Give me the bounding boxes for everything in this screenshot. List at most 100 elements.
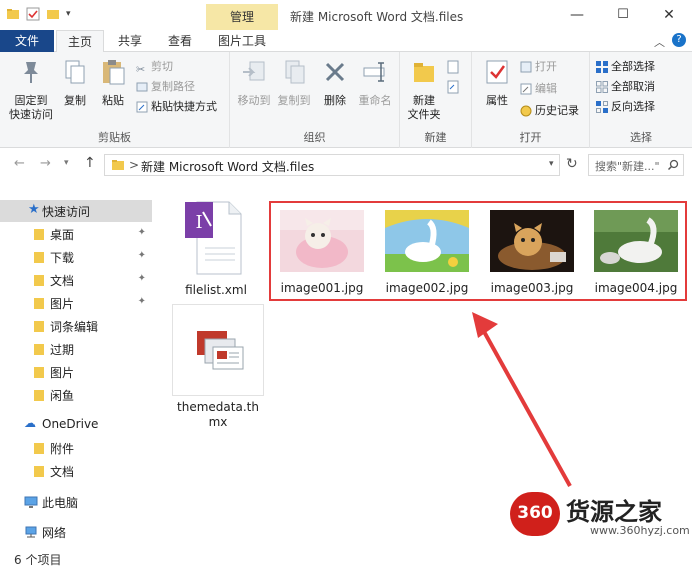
tab-view[interactable]: 查看 [156,30,204,52]
folder-icon [34,344,44,355]
select-all-label: 全部选择 [611,60,655,73]
pin-icon[interactable]: ✦ [138,227,146,238]
paste-button[interactable]: 粘贴 [94,58,132,108]
up-arrow-icon[interactable]: ↑ [84,155,96,171]
history-button[interactable]: 历史记录 [520,102,579,120]
annotation-arrow [472,312,572,487]
svg-text:I: I [195,212,202,233]
edit-button[interactable]: 编辑 [520,80,557,98]
delete-button[interactable]: 删除 [318,58,352,108]
back-arrow-icon[interactable]: ← [14,156,25,171]
copy-path-button[interactable]: 复制路径 [136,78,195,96]
open-group-label: 打开 [519,131,542,144]
search-input[interactable]: 搜索"新建..." [588,154,684,176]
new-folder-icon[interactable] [46,7,60,21]
invert-selection-label: 反向选择 [611,100,655,113]
pin-icon[interactable]: ✦ [138,250,146,261]
search-placeholder: 搜索"新建..." [595,160,660,173]
properties-check-icon[interactable] [26,7,40,21]
nav-onedrive[interactable]: ☁ OneDrive [0,414,152,436]
easy-access-icon[interactable] [446,80,462,94]
pin-icon[interactable]: ✦ [138,273,146,284]
select-all-button[interactable]: 全部选择 [596,58,655,76]
folder-icon [34,298,44,309]
breadcrumb-separator: > [129,158,140,172]
properties-button[interactable]: 属性 [478,58,516,108]
close-button[interactable]: ✕ [646,2,692,28]
search-icon[interactable] [667,159,679,171]
collapse-ribbon-icon[interactable]: ︿ [654,34,665,50]
new-group-label: 新建 [424,131,447,144]
folder-icon [34,466,44,477]
pin-icon [24,62,38,83]
select-group-label: 选择 [630,131,652,144]
move-to-button[interactable]: 移动到 [234,58,274,108]
select-none-icon [596,81,608,93]
sidebar-item[interactable]: 下载 ✦ [0,246,152,268]
copy-button[interactable]: 复制 [58,58,92,108]
cut-button[interactable]: ✂ 剪切 [136,58,173,76]
new-folder-label: 新建 文件夹 [407,94,441,121]
nav-onedrive-item[interactable]: 文档 [0,460,152,482]
organize-group-label: 组织 [303,131,326,144]
network-icon [25,526,37,538]
history-label: 历史记录 [535,104,579,117]
navigation-pane: ★ 快速访问 桌面 ✦ 下载 ✦ 文档 ✦ 图片 ✦ 词条编辑 过期 图片 闲鱼 ☁ OneDrive… [0,196,152,544]
invert-selection-button[interactable]: 反向选择 [596,98,655,116]
sidebar-item[interactable]: 图片 ✦ [0,292,152,314]
open-button[interactable]: 打开 [520,58,557,76]
copy-to-label: 复制到 [277,94,311,107]
tab-home[interactable]: 主页 [56,30,104,53]
nav-onedrive-item[interactable]: 附件 [0,437,152,459]
tab-picture-tools[interactable]: 图片工具 [206,30,278,52]
sidebar-item[interactable]: 桌面 ✦ [0,223,152,245]
help-icon[interactable]: ? [672,33,686,47]
sidebar-item[interactable]: 文档 ✦ [0,269,152,291]
nav-quick-access-label: 快速访问 [42,205,91,219]
file-item-filelist[interactable]: I filelist.xml [170,196,262,298]
properties-icon [486,60,508,84]
select-none-button[interactable]: 全部取消 [596,78,655,96]
copy-icon [65,60,85,84]
sidebar-item[interactable]: 图片 [0,361,152,383]
folder-icon [34,390,44,401]
sidebar-item-label: 文档 [50,274,75,288]
new-item-icon[interactable] [446,60,462,74]
new-folder-button[interactable]: 新建 文件夹 [404,58,444,122]
nav-this-pc[interactable]: 此电脑 [0,491,152,513]
delete-label: 删除 [324,94,346,107]
clipboard-group: 固定到 快速访问 复制 粘贴 ✂ 剪切 复制路径 粘贴快捷方式 剪贴板 [0,52,230,148]
tab-share[interactable]: 共享 [106,30,154,52]
open-icon [520,61,532,73]
sidebar-item[interactable]: 过期 [0,338,152,360]
folder-icon [7,9,19,19]
sidebar-item[interactable]: 闲鱼 [0,384,152,406]
qat-dropdown-icon[interactable]: ▾ [66,9,71,19]
address-dropdown-icon[interactable]: ▾ [549,159,554,169]
address-box[interactable]: > 新建 Microsoft Word 文档.files ▾ [104,154,560,176]
sidebar-item[interactable]: 词条编辑 [0,315,152,337]
open-group: 属性 打开 编辑 历史记录 打开 [472,52,590,148]
rename-button[interactable]: 重命名 [354,58,396,108]
file-name: filelist.xml [185,283,247,297]
paste-shortcut-button[interactable]: 粘贴快捷方式 [136,98,217,116]
nav-this-pc-label: 此电脑 [42,496,79,510]
copy-to-button[interactable]: 复制到 [274,58,314,108]
tab-file[interactable]: 文件 [0,30,54,52]
pin-icon[interactable]: ✦ [138,296,146,307]
pin-quick-access-button[interactable]: 固定到 快速访问 [4,58,58,122]
address-path[interactable]: 新建 Microsoft Word 文档.files [141,158,314,175]
title-bar: ▾ 管理 新建 Microsoft Word 文档.files — ☐ ✕ [0,0,692,52]
recent-locations-icon[interactable]: ▾ [64,158,69,168]
nav-onedrive-label: OneDrive [42,417,99,431]
paste-shortcut-icon [136,101,148,113]
paste-shortcut-label: 粘贴快捷方式 [151,100,217,113]
refresh-icon[interactable]: ↻ [566,156,578,172]
forward-arrow-icon[interactable]: → [40,156,51,171]
sidebar-item-label: 桌面 [50,228,75,242]
minimize-button[interactable]: — [554,2,600,28]
file-item-themedata[interactable]: themedata.thmx [172,304,264,429]
nav-quick-access[interactable]: ★ 快速访问 [0,200,152,222]
nav-network[interactable]: 网络 [0,521,152,543]
maximize-button[interactable]: ☐ [600,2,646,28]
